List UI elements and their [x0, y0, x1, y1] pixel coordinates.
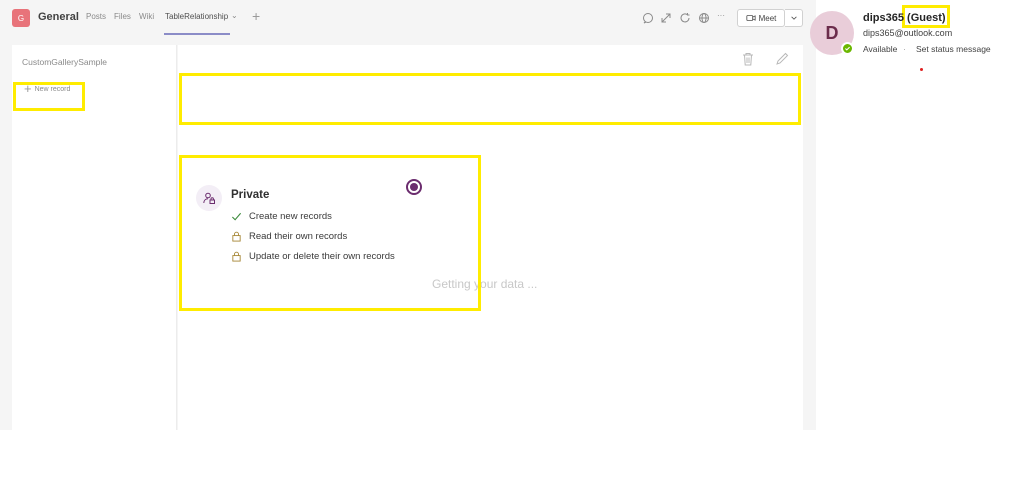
- team-avatar[interactable]: G: [12, 9, 30, 27]
- permission-label: Update or delete their own records: [249, 251, 395, 262]
- permission-row-read: Read their own records: [231, 231, 347, 242]
- expand-icon[interactable]: [660, 11, 672, 23]
- highlight-form-header: [179, 73, 801, 125]
- video-camera-icon: [746, 15, 756, 21]
- profile-display-name: dips365: [863, 12, 904, 24]
- profile-email: dips365@outlook.com: [863, 28, 953, 38]
- radio-selected-indicator: [410, 183, 418, 191]
- permission-label: Read their own records: [249, 231, 348, 242]
- check-icon: [231, 212, 242, 221]
- status-separator: ·: [903, 44, 906, 54]
- permission-label: Create new records: [249, 211, 332, 222]
- meet-dropdown-button[interactable]: [785, 9, 803, 27]
- lock-icon: [232, 231, 241, 242]
- chevron-down-icon: [790, 16, 797, 20]
- presence-available-icon: [841, 42, 854, 55]
- add-tab-button[interactable]: +: [252, 8, 260, 24]
- permission-radio-button[interactable]: [406, 179, 422, 195]
- channel-header: G General Posts Files Wiki TableRelation…: [0, 0, 816, 36]
- tab-tablerelationship[interactable]: TableRelationship: [165, 12, 228, 21]
- refresh-icon[interactable]: [679, 11, 691, 23]
- status-available[interactable]: Available: [863, 44, 897, 54]
- edit-pencil-icon[interactable]: [774, 51, 790, 67]
- gallery-title: CustomGallerySample: [22, 57, 108, 67]
- screenshot-root: G General Posts Files Wiki TableRelation…: [0, 0, 1024, 497]
- tab-posts[interactable]: Posts: [86, 12, 106, 21]
- permission-row-update: Update or delete their own records: [231, 251, 395, 262]
- notification-dot: [920, 68, 923, 71]
- trash-icon[interactable]: [740, 51, 756, 67]
- active-tab-indicator: [164, 33, 230, 35]
- meet-label: Meet: [758, 13, 777, 23]
- private-user-lock-icon: [196, 185, 222, 211]
- tab-options-chevron-icon[interactable]: ⌄: [231, 11, 238, 20]
- permission-title: Private: [231, 189, 270, 201]
- globe-icon[interactable]: [698, 11, 710, 23]
- more-options-icon[interactable]: ···: [717, 11, 725, 20]
- lock-icon: [232, 251, 241, 262]
- channel-name[interactable]: General: [38, 11, 79, 23]
- tab-files[interactable]: Files: [114, 12, 131, 21]
- permission-row-create: Create new records: [231, 211, 332, 222]
- tab-wiki[interactable]: Wiki: [139, 12, 154, 21]
- profile-name: dips365 (Guest): [863, 12, 946, 24]
- set-status-message-link[interactable]: Set status message: [916, 44, 991, 54]
- meet-button[interactable]: Meet: [737, 9, 785, 27]
- highlight-new-record: [13, 82, 85, 111]
- guest-badge: (Guest): [907, 12, 946, 24]
- chat-icon[interactable]: [642, 11, 654, 24]
